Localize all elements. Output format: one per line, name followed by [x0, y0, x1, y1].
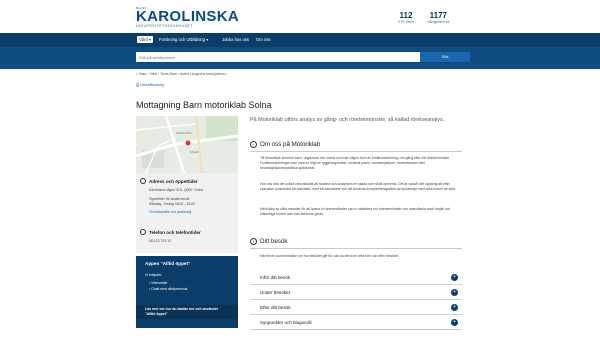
divider	[250, 248, 462, 249]
info-icon: i	[250, 238, 257, 245]
about-paragraph: Till Motoriklab kommer barn, ungdomar oc…	[260, 156, 451, 170]
address-line: Karolinska vägen 37A, Q0B7, Solna	[149, 188, 204, 192]
section-title-visit: Ditt besök	[260, 238, 288, 245]
minus-icon[interactable]: −	[250, 141, 257, 148]
breadcrumb[interactable]: ⌂ Start › Vård › Tema Barn › Astrid Lind…	[136, 72, 227, 76]
home-icon: ⌂	[136, 72, 139, 76]
main-nav: Vård ▾ Forskning och Utbildning ▾ Jobba …	[0, 33, 600, 47]
app-item: • Videomöte	[149, 281, 168, 285]
divider	[250, 151, 462, 152]
nav-item-jobba[interactable]: Jobba hos oss	[222, 37, 249, 42]
accordion-after-visit[interactable]: Efter ditt besök +	[250, 300, 462, 315]
site-logo[interactable]: BLAST KAROLINSKA UNIVERSITETSSJUKHUSET	[136, 6, 239, 28]
nav-item-om-oss[interactable]: Om oss	[256, 37, 270, 42]
intro-text: På Motoriklab utförs analys av gång- och…	[250, 117, 445, 123]
accordion-label: Inför ditt besök	[260, 275, 291, 280]
visit-intro: Här finner du information om hur besöket…	[260, 254, 399, 258]
page-title: Mottagning Barn motoriklab Solna	[136, 100, 272, 110]
chevron-down-icon: ▾	[149, 37, 152, 42]
location-map[interactable]: KAROLINSKA VÄGEN	[136, 116, 238, 173]
breadcrumb-text[interactable]: Start › Vård › Tema Barn › Astrid Lindgr…	[139, 72, 227, 76]
stat-label: Vårdguiden.se	[427, 20, 450, 24]
phone-icon	[140, 229, 146, 235]
accordion-feedback[interactable]: Synpunkter och klagomål +	[250, 315, 462, 330]
map-graphic	[136, 116, 238, 173]
site-header: BLAST KAROLINSKA UNIVERSITETSSJUKHUSET 1…	[0, 0, 600, 33]
accordion-label: Under besöket	[260, 290, 290, 295]
print-icon: ⎙	[136, 83, 140, 87]
accordion-label: Synpunkter och klagomål	[260, 320, 312, 325]
app-card: Appen "Alltid öppet" Vi erbjuder: • Vide…	[136, 256, 238, 328]
accordion-before-visit[interactable]: Inför ditt besök +	[250, 270, 462, 285]
plus-icon: +	[451, 289, 458, 296]
print-label: Utskriftsvänlig	[140, 83, 164, 87]
parking-link[interactable]: Om tidsahalle och parkering	[149, 210, 191, 215]
section-title-about[interactable]: Om oss på Motoriklab	[260, 141, 320, 148]
map-label: VÄGEN	[190, 151, 200, 154]
app-item: • Chatt med vårdpersonal	[149, 287, 188, 291]
search-input[interactable]	[136, 52, 420, 62]
phone-heading: Telefon och telefontider	[149, 230, 201, 235]
about-paragraph: Hos oss kan det också vara aktuellt att …	[260, 182, 457, 191]
accordion-during-visit[interactable]: Under besöket +	[250, 285, 462, 300]
phone-number[interactable]: 08-123 703 13	[149, 239, 171, 244]
accordion-label: Efter ditt besök	[260, 305, 291, 310]
about-paragraph: Med hjälp av olika metoder för att ljusn…	[260, 207, 451, 216]
contact-card: Adress och öppettider Karolinska vägen 3…	[136, 173, 238, 253]
stat-emergency[interactable]: 112 KTK Karln	[398, 11, 414, 24]
print-link[interactable]: ⎙ Utskriftsvänlig	[136, 83, 164, 87]
app-intro: Vi erbjuder:	[145, 273, 163, 277]
plus-icon: +	[451, 304, 458, 311]
nav-item-forskning[interactable]: Forskning och Utbildning ▾	[159, 37, 208, 42]
address-heading: Adress och öppettider	[149, 179, 198, 184]
hours-value: Måndag - fredag 08.00 - 15.00	[149, 202, 195, 206]
stat-label: KTK Karln	[398, 20, 414, 24]
app-title: Appen "Alltid öppet"	[145, 261, 191, 266]
nav-item-vard[interactable]: Vård ▾	[137, 36, 154, 43]
map-label: KAROLINSKA	[176, 132, 193, 135]
search-button[interactable]: Sök	[420, 52, 470, 62]
plus-icon: +	[451, 319, 458, 326]
chevron-down-icon: ▾	[206, 37, 209, 42]
app-cta-link[interactable]: Läs mer om hur du laddar ner och använde…	[136, 305, 238, 319]
plus-icon: +	[451, 274, 458, 281]
stat-number: 1177	[429, 11, 447, 20]
stat-vardguiden[interactable]: 1177 Vårdguiden.se	[427, 11, 450, 24]
logo-text: KAROLINSKA	[136, 8, 239, 25]
stat-number: 112	[399, 11, 413, 20]
clock-icon	[140, 178, 146, 184]
